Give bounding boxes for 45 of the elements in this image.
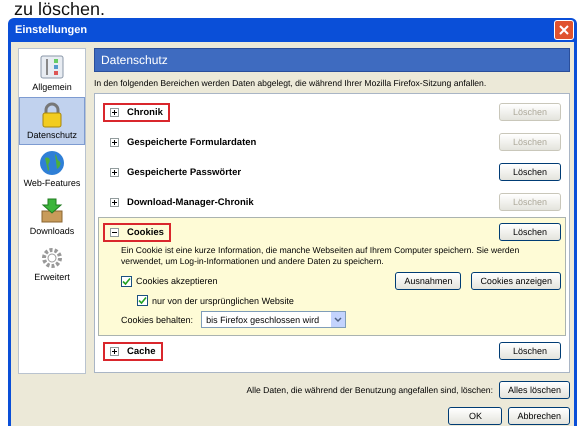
close-button[interactable]: [554, 20, 574, 40]
dialog-button[interactable]: Abbrechen: [508, 407, 570, 425]
checkbox[interactable]: [121, 276, 132, 286]
caption-text: zu löschen.: [13, 0, 106, 18]
section-toggle[interactable]: Chronik: [103, 102, 170, 122]
checkbox-label[interactable]: Cookies akzeptieren: [136, 276, 218, 286]
panel-header: Datenschutz: [94, 48, 570, 72]
close-icon: [559, 25, 569, 35]
checkbox[interactable]: [137, 295, 148, 306]
keep-cookies-label: Cookies behalten:: [121, 314, 194, 324]
panel-description: In den folgenden Bereichen werden Daten abgelegt, die während Ihrer Mozilla Firefox-Sitzung anfallen.: [94, 77, 488, 90]
plus-icon: [110, 108, 119, 116]
plus-icon: [110, 138, 119, 146]
plus-icon: [110, 168, 119, 176]
clear-all-text: Alle Daten, die während der Benutzung angefallen sind, löschen:: [246, 385, 493, 395]
download-box-icon: [39, 198, 65, 224]
dialog-button[interactable]: Cookies anzeigen: [471, 272, 561, 290]
minus-icon: [110, 228, 119, 236]
window-title: Einstellungen: [15, 24, 88, 36]
dialog-button[interactable]: Ausnahmen: [395, 272, 462, 290]
section-toggle[interactable]: Cache: [103, 342, 163, 360]
globe-icon: [39, 150, 65, 176]
section-toggle[interactable]: Cookies: [103, 222, 171, 242]
delete-button[interactable]: Löschen: [499, 342, 561, 360]
sidebar-item[interactable]: Erweitert: [19, 241, 85, 287]
keep-cookies-dropdown[interactable]: bis Firefox geschlossen wird: [201, 311, 346, 328]
section-toggle[interactable]: Download-Manager-Chronik: [103, 192, 261, 212]
plus-icon: [110, 198, 119, 206]
checkbox-label[interactable]: nur von der ursprünglichen Website: [152, 296, 294, 306]
sidebar-item[interactable]: Downloads: [19, 193, 85, 241]
plus-icon: [110, 346, 119, 356]
clear-all-button[interactable]: Alles löschen: [498, 381, 570, 399]
sidebar-item[interactable]: Allgemein: [19, 49, 85, 97]
padlock-icon: [40, 102, 64, 128]
delete-button[interactable]: Löschen: [499, 223, 561, 241]
delete-button[interactable]: Löschen: [499, 163, 561, 181]
sidebar-item[interactable]: Web-Features: [19, 145, 85, 193]
gear-icon: [40, 246, 64, 270]
sliders-icon: [39, 54, 65, 80]
sidebar-item[interactable]: Datenschutz: [19, 97, 85, 145]
section-toggle[interactable]: Gespeicherte Passwörter: [103, 162, 248, 182]
section-toggle[interactable]: Gespeicherte Formulardaten: [103, 132, 264, 152]
dialog-button[interactable]: OK: [448, 407, 502, 425]
cookie-info-text: Ein Cookie ist eine kurze Information, die manche Webseiten auf Ihrem Computer speichern. Sie werden verwendet, um Log-in-Informationen und andere Daten zu speichern.: [121, 245, 520, 267]
dropdown-value: bis Firefox geschlossen wird: [206, 314, 320, 324]
